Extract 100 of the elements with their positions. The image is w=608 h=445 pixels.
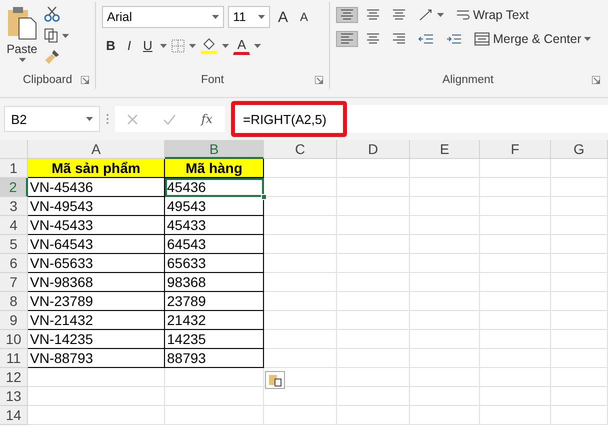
table-cell: VN-23789 [28, 292, 165, 311]
italic-button[interactable]: I [123, 36, 136, 55]
table-cell: VN-14235 [28, 330, 165, 349]
row-header[interactable]: 6 [0, 254, 28, 273]
paste-options-icon[interactable] [265, 371, 285, 389]
row-header[interactable]: 14 [0, 406, 28, 425]
empty-cell [551, 216, 608, 235]
row-header[interactable]: 5 [0, 235, 28, 254]
underline-button[interactable]: U [139, 36, 156, 55]
dropdown-caret-icon [258, 15, 265, 19]
row-header[interactable]: 4 [0, 216, 28, 235]
column-header[interactable]: A [28, 140, 165, 159]
table-cell: 49543 [165, 197, 264, 216]
table-cell: 64543 [165, 235, 264, 254]
dropdown-caret-icon [86, 117, 93, 121]
table-cell: VN-21432 [28, 311, 165, 330]
formula-field[interactable]: =RIGHT(A2,5) [231, 101, 347, 137]
empty-cell [410, 216, 480, 235]
table-cell: VN-49543 [28, 197, 165, 216]
dialog-launcher-icon[interactable] [315, 76, 323, 84]
empty-cell [480, 235, 551, 254]
borders-icon[interactable] [171, 38, 186, 52]
row-header[interactable]: 1 [0, 159, 28, 178]
checkmark-icon[interactable] [163, 114, 176, 124]
insert-function-button[interactable]: fx [201, 112, 213, 126]
table-cell: 21432 [165, 311, 264, 330]
empty-cell [480, 216, 551, 235]
column-header[interactable]: C [264, 140, 337, 159]
empty-cell [480, 330, 551, 349]
align-left-button[interactable] [336, 31, 358, 47]
row-header[interactable]: 3 [0, 197, 28, 216]
empty-cell [480, 406, 551, 425]
empty-cell [410, 178, 480, 197]
dialog-launcher-icon[interactable] [592, 76, 600, 84]
empty-cell [551, 178, 608, 197]
row-header[interactable]: 10 [0, 330, 28, 349]
table-cell: 23789 [165, 292, 264, 311]
table-cell: 88793 [165, 349, 264, 368]
empty-cell [551, 254, 608, 273]
scissors-icon[interactable] [44, 6, 60, 22]
column-header[interactable]: E [410, 140, 480, 159]
merge-center-button[interactable]: Merge & Center [470, 30, 596, 48]
paste-button[interactable]: Paste [6, 6, 38, 71]
fill-color-icon[interactable] [200, 38, 218, 54]
empty-cell [551, 311, 608, 330]
dropdown-caret-icon [62, 34, 69, 38]
empty-cell [410, 406, 480, 425]
empty-cell [551, 349, 608, 368]
empty-cell [480, 254, 551, 273]
empty-cell [551, 330, 608, 349]
wrap-text-button[interactable]: Wrap Text [452, 6, 533, 24]
table-cell: 45436 [165, 178, 264, 197]
row-header[interactable]: 9 [0, 311, 28, 330]
table-cell: VN-98368 [28, 273, 165, 292]
row-header[interactable]: 2 [0, 178, 28, 197]
column-header[interactable]: F [480, 140, 551, 159]
column-header[interactable]: G [551, 140, 608, 159]
group-label: Font [200, 74, 224, 86]
fill-handle[interactable] [261, 194, 267, 200]
empty-cell [410, 368, 480, 387]
empty-cell [551, 235, 608, 254]
empty-cell [551, 387, 608, 406]
empty-cell [551, 406, 608, 425]
dropdown-caret-icon [254, 44, 262, 48]
empty-cell [480, 273, 551, 292]
row-header[interactable]: 11 [0, 349, 28, 368]
name-box[interactable]: B2 [4, 106, 100, 132]
font-size-dropdown[interactable]: 11 [228, 6, 270, 28]
table-cell: VN-45433 [28, 216, 165, 235]
dropdown-caret-icon [584, 37, 592, 41]
row-header[interactable]: 7 [0, 273, 28, 292]
bold-button[interactable]: B [102, 36, 120, 55]
font-name-dropdown[interactable]: Arial [102, 6, 224, 28]
dropdown-caret-icon [212, 15, 219, 19]
empty-cell [410, 254, 480, 273]
grip-dots-icon [106, 113, 109, 125]
dialog-launcher-icon[interactable] [81, 76, 89, 84]
empty-cell [551, 197, 608, 216]
indent-icon [446, 33, 462, 45]
empty-cell [410, 311, 480, 330]
group-label: Alignment [442, 74, 494, 86]
font-color-button[interactable]: A [233, 36, 250, 55]
paintbrush-icon[interactable] [44, 49, 60, 65]
copy-icon[interactable] [44, 28, 59, 43]
decrease-font-size-button[interactable]: A [296, 8, 312, 26]
wrap-icon [456, 8, 470, 22]
table-cell: Mã sản phẩm [28, 159, 165, 178]
empty-cell [410, 330, 480, 349]
increase-font-size-button[interactable]: A [274, 6, 292, 28]
top-align-button[interactable] [336, 7, 358, 23]
row-header[interactable]: 12 [0, 368, 28, 387]
column-header[interactable]: B [165, 140, 264, 159]
row-header[interactable]: 13 [0, 387, 28, 406]
empty-cell [410, 197, 480, 216]
empty-cell [410, 387, 480, 406]
column-header[interactable]: D [337, 140, 410, 159]
row-header[interactable]: 8 [0, 292, 28, 311]
empty-cell [551, 159, 608, 178]
empty-cell [480, 311, 551, 330]
group-label: Clipboard [22, 74, 72, 86]
